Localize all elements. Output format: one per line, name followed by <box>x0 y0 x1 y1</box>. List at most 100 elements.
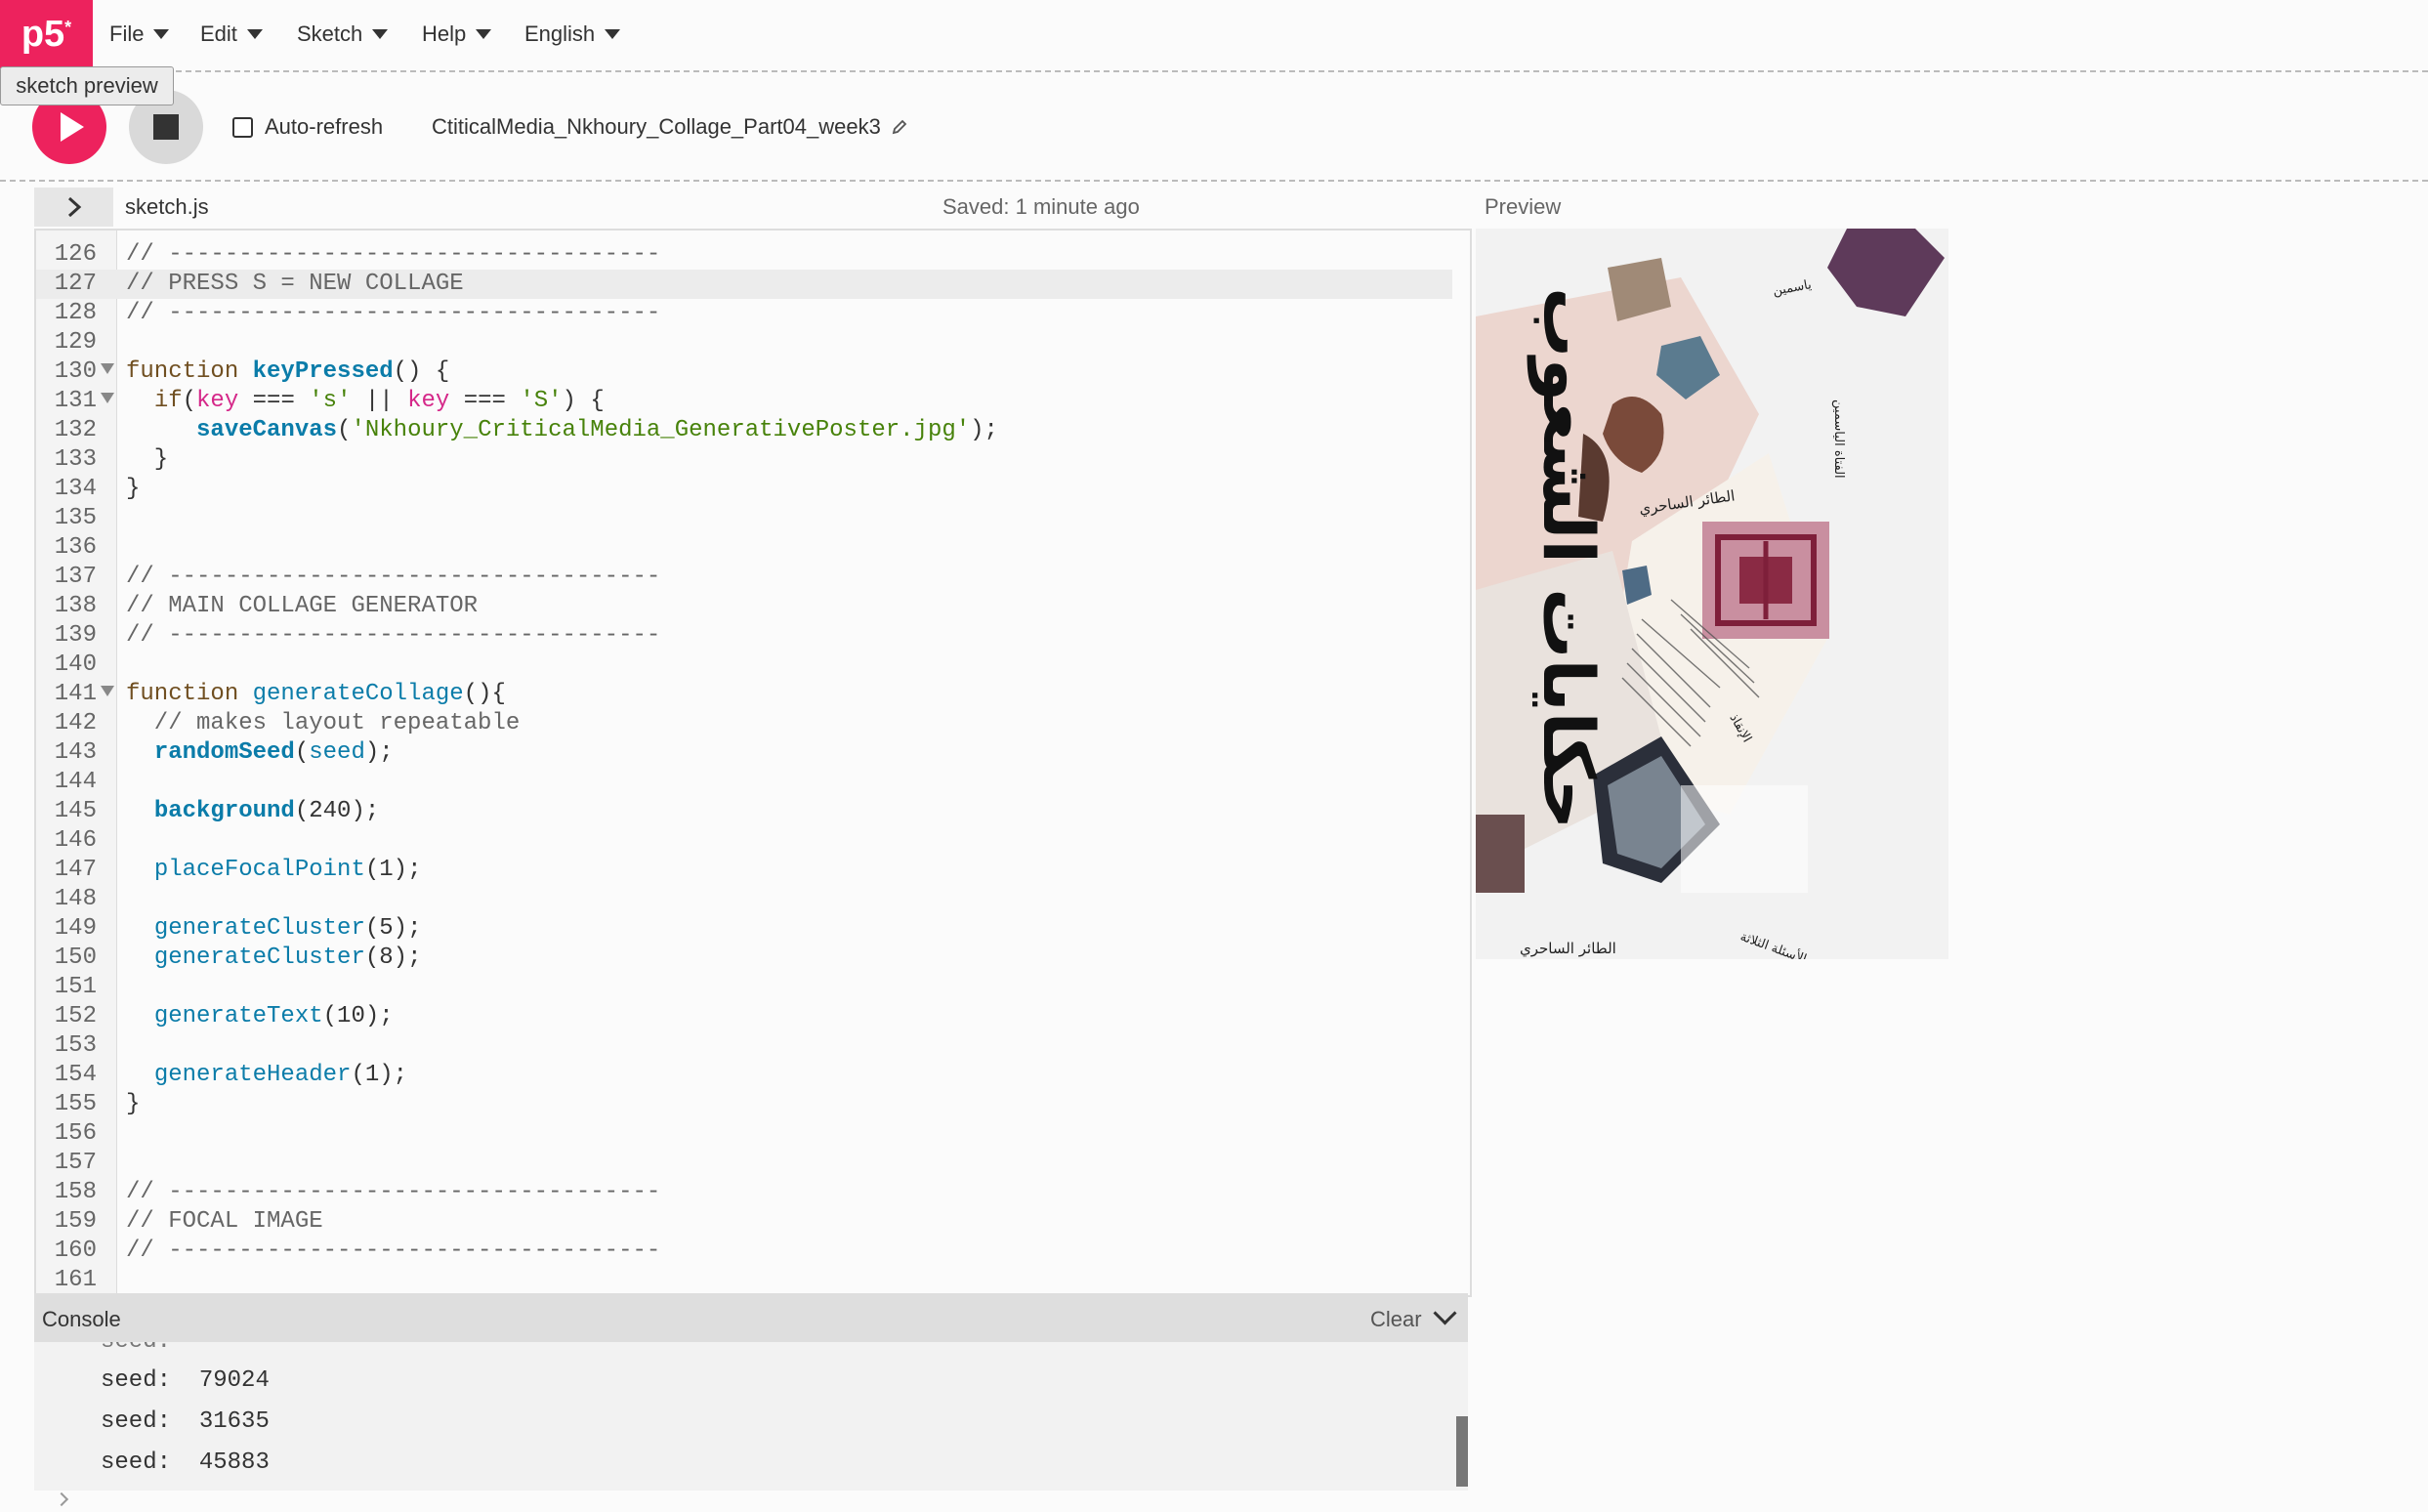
log-label: seed: <box>101 1449 172 1476</box>
code-text: placeFocalPoint(1); <box>153 857 422 883</box>
checkbox-icon[interactable] <box>232 116 253 138</box>
code-text: } <box>126 446 169 473</box>
console-log-entry: seed: 79024 <box>101 1367 270 1394</box>
code-line[interactable]: 126 // ----------------------------------… <box>36 240 1452 270</box>
code-line[interactable]: 144 <box>36 768 1452 797</box>
code-line[interactable]: 146 <box>36 826 1452 856</box>
sketch-name[interactable]: CtiticalMedia_Nkhoury_Collage_Part04_wee… <box>432 114 908 140</box>
code-line[interactable]: 138 // MAIN COLLAGE GENERATOR <box>36 592 1452 621</box>
code-line[interactable]: 156 <box>36 1119 1452 1149</box>
code-line[interactable]: 148 <box>36 885 1452 914</box>
line-number: 133 <box>54 446 97 473</box>
code-line[interactable]: 160 // ----------------------------------… <box>36 1237 1452 1266</box>
auto-refresh-checkbox[interactable]: Auto-refresh <box>232 114 383 140</box>
menu-sketch[interactable]: Sketch <box>297 21 389 47</box>
code-line[interactable]: 133 } <box>36 445 1452 475</box>
code-text: // MAIN COLLAGE GENERATOR <box>126 593 479 619</box>
fold-arrow-icon[interactable] <box>101 686 114 696</box>
log-value: 79024 <box>198 1367 270 1394</box>
console-log-entry: seed: 45883 <box>101 1449 270 1476</box>
code-line[interactable]: 134} <box>36 475 1452 504</box>
p5-logo[interactable]: p5 * <box>0 0 93 68</box>
code-line[interactable]: 140 <box>36 651 1452 680</box>
code-line[interactable]: 130 function keyPressed() { <box>36 357 1452 387</box>
menu-help-label: Help <box>422 21 467 46</box>
save-status: Saved: 1 minute ago <box>942 194 1140 219</box>
code-line[interactable]: 152 generateText(10); <box>36 1002 1452 1031</box>
menu-help[interactable]: Help <box>422 21 492 47</box>
line-number: 156 <box>54 1120 97 1147</box>
code-line[interactable]: 145 background(240); <box>36 797 1452 826</box>
code-line[interactable]: 132 saveCanvas('Nkhoury_CriticalMedia_Ge… <box>36 416 1452 445</box>
code-text: // ----------------------------------- <box>126 241 661 268</box>
console-scrollbar[interactable] <box>1456 1416 1468 1487</box>
line-number: 141 <box>54 681 97 707</box>
sidebar-toggle-button[interactable] <box>34 188 113 227</box>
code-line[interactable]: 131 if(key === 's' || key === 'S') { <box>36 387 1452 416</box>
faint-pattern <box>1681 785 1808 893</box>
log-label: seed: <box>101 1367 172 1394</box>
caret-down-icon <box>246 29 263 39</box>
menu-file[interactable]: File <box>109 21 170 47</box>
code-editor[interactable]: 126 // ----------------------------------… <box>34 229 1472 1297</box>
console-clear-button[interactable]: Clear <box>1370 1307 1422 1332</box>
line-number: 138 <box>54 593 97 619</box>
code-line[interactable]: 147 placeFocalPoint(1); <box>36 856 1452 885</box>
line-number: 140 <box>54 651 97 678</box>
line-number: 146 <box>54 827 97 854</box>
code-text: function generateCollage(){ <box>126 681 506 707</box>
logo-mark: * <box>64 17 72 37</box>
code-line[interactable]: 135 <box>36 504 1452 533</box>
code-line[interactable]: 129 <box>36 328 1452 357</box>
chevron-down-icon[interactable] <box>1433 1301 1457 1325</box>
collage-canvas: حكايات الشعوب الطائر الساحري الطائر السا… <box>1476 229 1948 959</box>
caret-down-icon <box>372 29 389 39</box>
code-text: // ----------------------------------- <box>126 564 661 590</box>
line-number: 149 <box>54 915 97 942</box>
code-text: generateText(10); <box>153 1003 394 1029</box>
code-line[interactable]: 127 // PRESS S = NEW COLLAGE <box>36 270 1452 299</box>
sketch-preview[interactable]: حكايات الشعوب الطائر الساحري الطائر السا… <box>1476 229 1948 959</box>
code-line[interactable]: 158 // ----------------------------------… <box>36 1178 1452 1207</box>
line-number: 158 <box>54 1179 97 1205</box>
menu-language[interactable]: English <box>524 21 621 47</box>
stop-icon <box>153 114 179 140</box>
code-line[interactable]: 150 generateCluster(8); <box>36 944 1452 973</box>
code-line[interactable]: 139 // ----------------------------------… <box>36 621 1452 651</box>
code-line[interactable]: 143 randomSeed(seed); <box>36 738 1452 768</box>
log-value: 31635 <box>198 1408 270 1435</box>
code-line[interactable]: 159 // FOCAL IMAGE <box>36 1207 1452 1237</box>
pencil-icon[interactable] <box>891 118 908 136</box>
console-output: seed: seed: 79024 seed: 31635 seed: 4588… <box>34 1342 1468 1491</box>
line-number: 150 <box>54 945 97 971</box>
code-line[interactable]: 149 generateCluster(5); <box>36 914 1452 944</box>
sketch-name-text: CtiticalMedia_Nkhoury_Collage_Part04_wee… <box>432 114 881 139</box>
code-line[interactable]: 128 // ----------------------------------… <box>36 299 1452 328</box>
line-number: 145 <box>54 798 97 824</box>
code-text: // ----------------------------------- <box>126 622 661 649</box>
line-number: 135 <box>54 505 97 531</box>
fold-arrow-icon[interactable] <box>101 393 114 403</box>
code-line[interactable]: 137 // ----------------------------------… <box>36 563 1452 592</box>
code-line[interactable]: 161 <box>36 1266 1452 1295</box>
code-line[interactable]: 155} <box>36 1090 1452 1119</box>
line-number: 161 <box>54 1267 97 1293</box>
line-number: 148 <box>54 886 97 912</box>
code-line[interactable]: 154 generateHeader(1); <box>36 1061 1452 1090</box>
code-line[interactable]: 151 <box>36 973 1452 1002</box>
code-text: } <box>126 1091 141 1117</box>
code-line[interactable]: 141 function generateCollage(){ <box>36 680 1452 709</box>
code-text: saveCanvas('Nkhoury_CriticalMedia_Genera… <box>196 417 998 443</box>
code-line[interactable]: 157 <box>36 1149 1452 1178</box>
code-line[interactable]: 136 <box>36 533 1452 563</box>
menu-edit[interactable]: Edit <box>200 21 263 47</box>
line-number: 159 <box>54 1208 97 1235</box>
line-number: 131 <box>54 388 97 414</box>
console-log-entry: seed: 31635 <box>101 1408 270 1435</box>
code-line[interactable]: 142 // makes layout repeatable <box>36 709 1452 738</box>
fold-arrow-icon[interactable] <box>101 363 114 374</box>
code-line[interactable]: 153 <box>36 1031 1452 1061</box>
chevron-right-icon <box>67 196 81 218</box>
line-number: 126 <box>54 241 97 268</box>
file-tab[interactable]: sketch.js <box>125 194 209 220</box>
